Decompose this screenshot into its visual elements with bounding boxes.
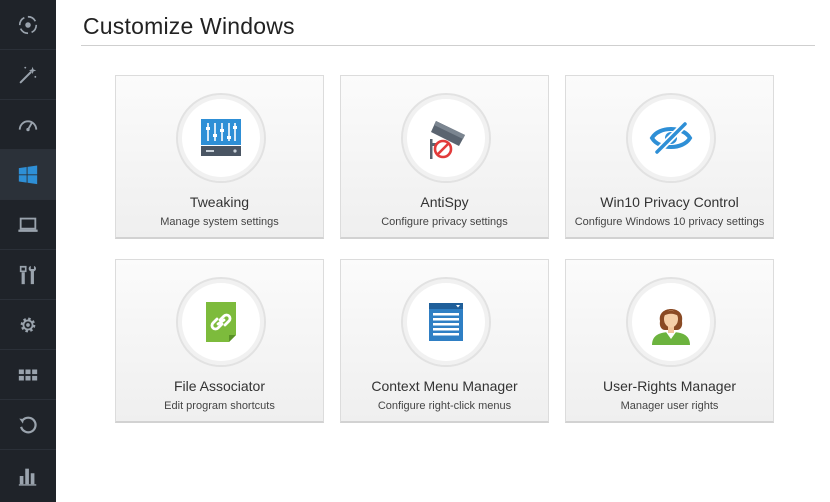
file-associator-tile[interactable]: File Associator Edit program shortcuts	[115, 259, 324, 423]
sidebar-item-all-modules[interactable]	[0, 350, 56, 400]
tools-icon	[19, 265, 37, 284]
tile-title: File Associator	[173, 378, 266, 394]
antispy-tile[interactable]: AntiSpy Configure privacy settings	[340, 75, 549, 239]
sidebar-item-cleanup[interactable]	[0, 0, 56, 50]
page-title: Customize Windows	[83, 13, 295, 39]
user-avatar-icon	[652, 309, 690, 345]
gear-icon	[20, 317, 36, 332]
speedometer-icon	[18, 120, 38, 131]
tile-subtitle: Manager user rights	[620, 400, 719, 412]
sidebar-item-restore[interactable]	[0, 400, 56, 450]
tile-title: Win10 Privacy Control	[600, 194, 739, 210]
tile-icon-circle	[626, 277, 716, 367]
tile-title: Context Menu Manager	[371, 378, 518, 394]
title-divider	[81, 45, 815, 46]
tile-icon-circle	[176, 93, 266, 183]
sidebar-item-tools[interactable]	[0, 250, 56, 300]
tile-title: AntiSpy	[420, 194, 469, 210]
tile-subtitle: Configure right-click menus	[377, 400, 512, 412]
file-link-icon	[206, 302, 236, 342]
win10-privacy-control-tile[interactable]: Win10 Privacy Control Configure Windows …	[565, 75, 774, 239]
tile-title: User-Rights Manager	[602, 378, 737, 394]
sidebar-item-statistics[interactable]	[0, 450, 56, 502]
windows-logo-icon	[18, 165, 38, 184]
tile-icon-circle	[401, 93, 491, 183]
restore-icon	[19, 416, 37, 433]
sidebar	[0, 0, 56, 502]
sidebar-item-settings[interactable]	[0, 300, 56, 350]
user-rights-manager-tile[interactable]: User-Rights Manager Manager user rights	[565, 259, 774, 423]
apps-grid-icon	[18, 369, 38, 380]
sidebar-item-performance[interactable]	[0, 100, 56, 150]
cleanup-circle-icon	[18, 15, 38, 34]
context-menu-icon	[429, 303, 463, 341]
tweaking-tile[interactable]: Tweaking Manage system settings	[115, 75, 324, 239]
tile-icon-circle	[401, 277, 491, 367]
tile-icon-circle	[626, 93, 716, 183]
tile-subtitle: Edit program shortcuts	[164, 400, 275, 412]
context-menu-manager-tile[interactable]: Context Menu Manager Configure right-cli…	[340, 259, 549, 423]
sidebar-item-optimize[interactable]	[0, 50, 56, 100]
tile-subtitle: Configure Windows 10 privacy settings	[574, 216, 765, 228]
main-content: Customize Windows Tweaking Manage system…	[56, 0, 830, 502]
camera-blocked-icon	[430, 121, 465, 159]
sidebar-item-system[interactable]	[0, 200, 56, 250]
magic-wand-icon	[19, 66, 37, 83]
eye-hidden-icon	[649, 121, 693, 155]
tile-title: Tweaking	[189, 194, 250, 210]
laptop-icon	[18, 217, 38, 232]
tile-subtitle: Configure privacy settings	[381, 216, 508, 228]
tile-icon-circle	[176, 277, 266, 367]
statistics-icon	[18, 468, 37, 486]
sidebar-item-customize-windows[interactable]	[0, 150, 56, 200]
equalizer-panel-icon	[201, 119, 241, 156]
tile-subtitle: Manage system settings	[160, 216, 279, 228]
